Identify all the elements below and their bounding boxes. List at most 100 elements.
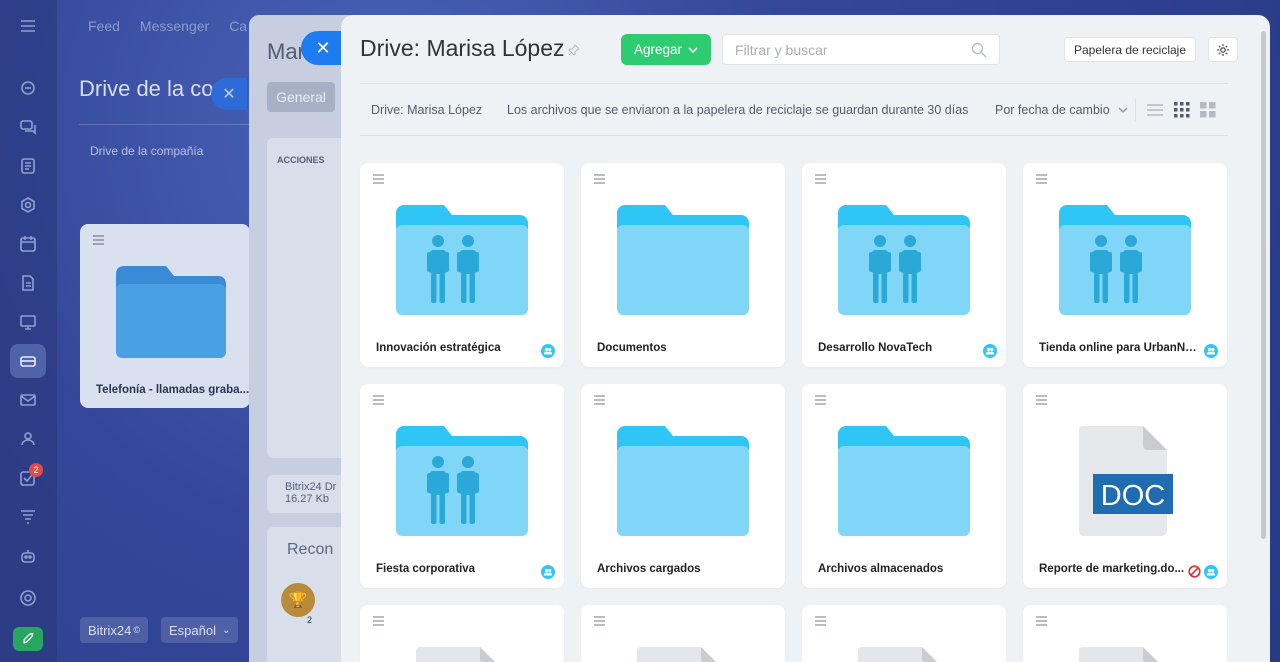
gear-icon	[1217, 43, 1229, 56]
card-menu-icon[interactable]	[373, 616, 384, 628]
sort-label: Por fecha de cambio	[995, 103, 1110, 117]
chevron-down-icon	[1118, 107, 1128, 113]
tasks-icon[interactable]	[17, 155, 39, 177]
language-button-label: Español	[169, 622, 216, 638]
item-name[interactable]: Tienda online para UrbanNe...	[1039, 342, 1199, 354]
card-menu-icon[interactable]	[594, 395, 605, 407]
file-icon	[858, 647, 937, 662]
filter-icon[interactable]	[17, 506, 39, 528]
doc-badge-text: DOC	[1101, 480, 1165, 512]
folder-icon	[617, 205, 749, 315]
card-menu-icon[interactable]	[594, 616, 605, 628]
file-name: Bitrix24 Dr	[285, 481, 337, 493]
pin-icon[interactable]	[568, 44, 580, 56]
item-name[interactable]: Desarrollo NovaTech	[818, 342, 978, 354]
folder-card[interactable]: Innovación estratégica	[360, 163, 564, 367]
trophy-count: 2	[307, 615, 313, 625]
background-close-icon[interactable]: ✕	[211, 78, 247, 110]
list-view-icon[interactable]	[1146, 101, 1164, 119]
settings-button[interactable]	[1208, 37, 1238, 62]
item-name[interactable]: Reporte de marketing.do...	[1039, 563, 1199, 575]
breadcrumb[interactable]: Drive: Marisa López	[371, 103, 482, 117]
card-menu-icon[interactable]	[815, 174, 826, 186]
rocket-icon[interactable]	[13, 627, 43, 651]
nav-feed[interactable]: Feed	[88, 18, 120, 34]
search-input[interactable]	[735, 41, 955, 59]
language-button[interactable]: Español ⌄	[161, 617, 239, 643]
grid-view-icon[interactable]	[1173, 101, 1191, 119]
card-menu-icon[interactable]	[1036, 174, 1047, 186]
close-slider-button[interactable]: ✕	[301, 31, 345, 65]
folder-card[interactable]: Archivos almacenados	[802, 384, 1006, 588]
docs-icon[interactable]	[17, 272, 39, 294]
chevron-down-icon: ⌄	[221, 624, 231, 636]
copyright-icon: ©	[133, 625, 140, 635]
file-icon	[637, 647, 716, 662]
folder-card[interactable]: Archivos cargados	[581, 384, 785, 588]
board-icon[interactable]	[17, 311, 39, 333]
sort-dropdown[interactable]: Por fecha de cambio	[995, 103, 1128, 117]
folder-card[interactable]: Desarrollo NovaTech	[802, 163, 1006, 367]
add-button-label: Agregar	[633, 42, 683, 57]
top-navigation: Feed Messenger Ca	[88, 18, 247, 34]
background-divider	[79, 124, 259, 125]
card-menu-icon[interactable]	[373, 174, 384, 186]
file-card[interactable]	[802, 605, 1006, 662]
close-icon: ✕	[315, 37, 331, 58]
sort-separator	[1135, 99, 1136, 121]
tile-view-icon[interactable]	[1199, 101, 1217, 119]
file-card[interactable]	[360, 605, 564, 662]
card-menu-icon[interactable]	[1036, 616, 1047, 628]
card-menu-icon[interactable]	[815, 616, 826, 628]
item-name[interactable]: Archivos almacenados	[818, 563, 978, 575]
search-box	[722, 34, 1000, 65]
background-card-label: Telefonía - llamadas graba...	[96, 384, 250, 396]
feed-icon[interactable]	[17, 77, 39, 99]
item-name[interactable]: Documentos	[597, 342, 757, 354]
nav-messenger[interactable]: Messenger	[140, 18, 209, 34]
folder-icon	[116, 266, 226, 358]
folder-card[interactable]: Fiesta corporativa	[360, 384, 564, 588]
background-page-title: Drive de la co	[79, 76, 214, 101]
menu-icon[interactable]	[17, 15, 39, 37]
item-name[interactable]: Fiesta corporativa	[376, 563, 536, 575]
nav-calendar[interactable]: Ca	[229, 18, 247, 34]
add-button[interactable]: Agregar	[621, 34, 711, 65]
brand-button-label: Bitrix24	[88, 622, 132, 638]
drive-icon[interactable]	[17, 350, 39, 372]
tab-general[interactable]: General	[267, 82, 335, 112]
item-name[interactable]: Innovación estratégica	[376, 342, 536, 354]
shared-folder-icon	[396, 205, 528, 315]
file-icon	[1079, 647, 1158, 662]
recycle-bin-button[interactable]: Papelera de reciclaje	[1064, 37, 1196, 62]
file-card[interactable]	[581, 605, 785, 662]
folder-icon	[617, 426, 749, 536]
folder-card[interactable]: Tienda online para UrbanNe...	[1023, 163, 1227, 367]
toolbar-divider	[360, 135, 1228, 136]
contacts-icon[interactable]	[17, 428, 39, 450]
brand-button[interactable]: Bitrix24 ©	[80, 617, 148, 643]
notification-badge: 2	[29, 463, 43, 477]
card-menu-icon[interactable]	[815, 395, 826, 407]
blocked-icon	[1188, 565, 1201, 578]
chat-icon[interactable]	[17, 116, 39, 138]
crm-icon[interactable]	[17, 194, 39, 216]
calendar-icon[interactable]	[17, 233, 39, 255]
shared-folder-icon	[396, 426, 528, 536]
item-name[interactable]: Archivos cargados	[597, 563, 757, 575]
card-menu-icon[interactable]	[594, 174, 605, 186]
folder-card[interactable]: Documentos	[581, 163, 785, 367]
file-card[interactable]	[1023, 605, 1227, 662]
drive-slider: Drive: Marisa López Agregar Papelera de …	[341, 15, 1270, 662]
background-folder-card[interactable]: Telefonía - llamadas graba...	[80, 224, 250, 408]
settings-icon[interactable]	[17, 587, 39, 609]
file-card[interactable]: DOC Reporte de marketing.do...	[1023, 384, 1227, 588]
search-icon[interactable]	[971, 42, 987, 58]
card-menu-icon[interactable]	[373, 395, 384, 407]
scrollbar[interactable]	[1261, 31, 1266, 539]
bot-icon[interactable]	[17, 545, 39, 567]
card-menu-icon	[93, 235, 104, 245]
card-menu-icon[interactable]	[1036, 395, 1047, 407]
actions-label[interactable]: ACCIONES	[277, 155, 325, 165]
mail-icon[interactable]	[17, 389, 39, 411]
